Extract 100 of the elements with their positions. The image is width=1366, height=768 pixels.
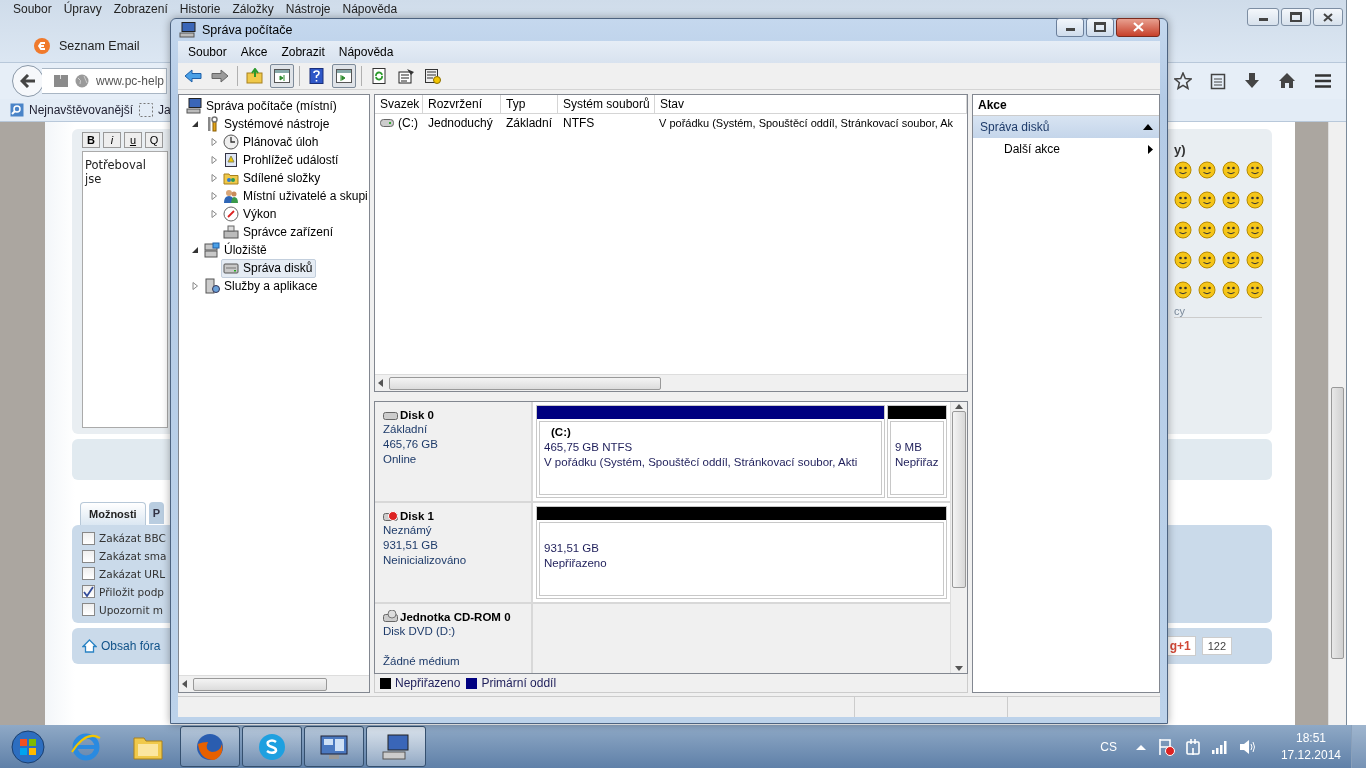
menu-icon[interactable] — [1314, 73, 1332, 89]
menu-item[interactable]: Zobrazit — [274, 45, 332, 59]
smiley-icon[interactable] — [1174, 161, 1192, 179]
tree-pane-button[interactable] — [270, 64, 294, 88]
smiley-icon[interactable] — [1222, 191, 1240, 209]
collapse-arrow-icon[interactable] — [191, 120, 199, 128]
checkbox[interactable] — [82, 549, 95, 563]
format-button[interactable]: B — [82, 132, 100, 148]
smiley-icon[interactable] — [1174, 191, 1192, 209]
smiley-icon[interactable] — [1222, 161, 1240, 179]
column-header[interactable]: Stav — [655, 95, 967, 113]
checkbox[interactable] — [82, 531, 95, 545]
partition[interactable]: 9 MB Nepřiřaz — [887, 405, 947, 498]
scroll-up-icon[interactable] — [955, 404, 963, 409]
tree-item[interactable]: Úložiště — [202, 240, 271, 260]
disk-info-panel[interactable]: Jednotka CD-ROM 0 Disk DVD (D:) Žádné médium — [375, 604, 533, 673]
tree-item[interactable]: Výkon — [221, 204, 281, 224]
menu-item[interactable]: Zobrazení — [107, 2, 174, 16]
smiley-icon[interactable] — [1198, 191, 1216, 209]
scrollbar[interactable] — [375, 374, 967, 391]
smiley-icon[interactable] — [1246, 221, 1264, 239]
menu-item[interactable]: Nápověda — [336, 2, 404, 16]
tree-item[interactable]: Sdílené složky — [221, 168, 325, 188]
partition[interactable]: (C:) 465,75 GB NTFS V pořádku (Systém, Spouštěcí oddíl, Stránkovací soubor, Akti — [536, 405, 885, 498]
disk-info-panel[interactable]: Disk 0 Základní 465,76 GB Online — [375, 402, 533, 501]
action-item[interactable]: Další akce — [973, 138, 1159, 160]
scroll-left-icon[interactable] — [182, 680, 187, 688]
taskbar-button[interactable] — [366, 726, 426, 768]
clipboard-icon[interactable] — [1210, 72, 1226, 90]
expand-arrow-icon[interactable] — [210, 174, 218, 182]
tree-item[interactable]: Správa počítače (místní) — [184, 96, 341, 116]
signal-bars-icon[interactable] — [1210, 739, 1229, 754]
home-icon[interactable] — [1278, 72, 1296, 90]
scrollbar[interactable] — [179, 675, 369, 692]
smiley-icon[interactable] — [1222, 281, 1240, 299]
tree-item[interactable]: Služby a aplikace — [202, 276, 322, 296]
checkbox[interactable] — [82, 585, 95, 599]
column-header[interactable]: Rozvržení — [423, 95, 501, 113]
smiley-icon[interactable] — [1246, 281, 1264, 299]
bookmark-link[interactable]: Ja — [139, 103, 171, 117]
menu-item[interactable]: Úpravy — [57, 2, 108, 16]
scroll-left-icon[interactable] — [378, 379, 383, 387]
menu-item[interactable]: Soubor — [7, 2, 58, 16]
menu-item[interactable]: Nápověda — [331, 45, 401, 59]
column-header[interactable]: Systém souborů — [558, 95, 655, 113]
smiley-icon[interactable] — [1174, 251, 1192, 269]
scroll-down-icon[interactable] — [955, 666, 963, 671]
column-header[interactable]: Typ — [501, 95, 558, 113]
expand-arrow-icon[interactable] — [210, 138, 218, 146]
action-pane-button[interactable] — [332, 64, 356, 88]
message-field[interactable]: Potřeboval jse — [82, 151, 168, 428]
format-button[interactable]: i — [103, 132, 121, 148]
smiley-icon[interactable] — [1246, 251, 1264, 269]
expand-arrow-icon[interactable] — [191, 282, 199, 290]
maximize-button[interactable] — [1281, 8, 1311, 26]
caret-up-icon[interactable] — [1134, 742, 1147, 751]
expand-arrow-icon[interactable] — [210, 156, 218, 164]
browser-tab[interactable]: Seznam Email — [22, 30, 164, 62]
speaker-icon[interactable] — [1238, 738, 1257, 755]
smiley-icon[interactable] — [1198, 221, 1216, 239]
taskbar-button[interactable] — [242, 726, 302, 768]
smiley-icon[interactable] — [1246, 191, 1264, 209]
smiley-icon[interactable] — [1198, 251, 1216, 269]
taskbar-button[interactable] — [304, 726, 364, 768]
disk-info-panel[interactable]: Disk 1 Neznámý 931,51 GB Neinicializováno — [375, 503, 533, 602]
expand-arrow-icon[interactable] — [210, 210, 218, 218]
smiley-icon[interactable] — [1222, 221, 1240, 239]
tree-item[interactable]: Plánovač úloh — [221, 132, 323, 152]
menu-item[interactable]: Historie — [173, 2, 227, 16]
tree-item[interactable]: Správa disků — [221, 258, 317, 278]
smiley-icon[interactable] — [1198, 281, 1216, 299]
menu-item[interactable]: Akce — [233, 45, 275, 59]
smiley-icon[interactable] — [1174, 281, 1192, 299]
options-tab[interactable]: Možnosti — [80, 502, 146, 525]
minimize-button[interactable] — [1247, 8, 1279, 26]
column-header[interactable]: Svazek — [375, 95, 423, 113]
taskbar-button[interactable] — [180, 726, 240, 768]
bookmark-link[interactable]: Nejnavštěvovanější — [10, 103, 134, 117]
tree-item[interactable]: Místní uživatelé a skupi — [221, 186, 369, 206]
star-icon[interactable] — [1174, 72, 1192, 90]
download-icon[interactable] — [1244, 72, 1260, 90]
back-button[interactable] — [12, 65, 44, 97]
scrollbar[interactable] — [950, 402, 967, 673]
tree-item[interactable]: Systémové nástroje — [202, 114, 334, 134]
tree-item[interactable]: Prohlížeč událostí — [221, 150, 343, 170]
menu-item[interactable]: Záložky — [226, 2, 280, 16]
smiley-icon[interactable] — [1174, 221, 1192, 239]
smiley-icon[interactable] — [1222, 251, 1240, 269]
expand-arrow-icon[interactable] — [210, 192, 218, 200]
power-plug-icon[interactable] — [1184, 737, 1201, 756]
options-tab[interactable]: P — [148, 502, 164, 524]
address-field[interactable]: www.pc-help — [42, 68, 167, 94]
scrollbar[interactable] — [1328, 122, 1346, 725]
checkbox[interactable] — [82, 603, 95, 617]
smiley-icon[interactable] — [1246, 161, 1264, 179]
checkbox[interactable] — [82, 567, 95, 581]
format-button[interactable]: Q — [145, 132, 163, 148]
flag-error-icon[interactable] — [1156, 737, 1175, 756]
menu-item[interactable]: Soubor — [181, 45, 234, 59]
partition[interactable]: 931,51 GB Nepřiřazeno — [536, 506, 947, 599]
